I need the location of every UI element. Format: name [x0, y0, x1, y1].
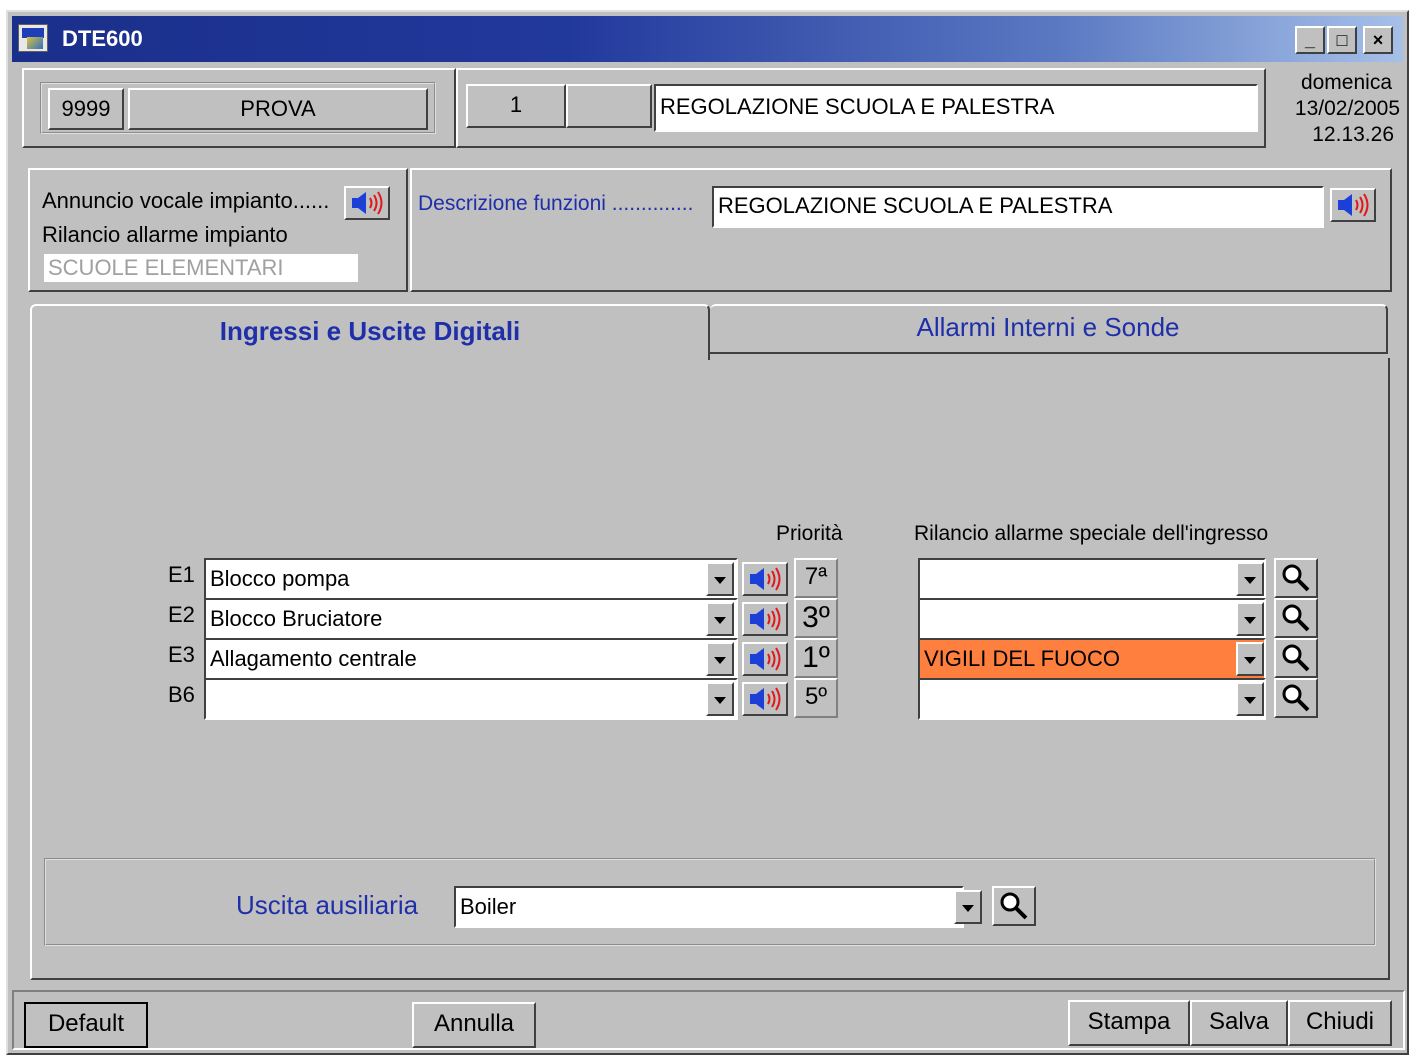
search-icon — [1000, 892, 1028, 920]
speaker-icon — [750, 567, 781, 591]
priority-value[interactable]: 5º — [794, 678, 838, 718]
annulla-button[interactable]: Annulla — [412, 1002, 536, 1048]
special-relay-dropdown-button[interactable] — [1236, 602, 1264, 636]
special-relay-header: Rilancio allarme speciale dell'ingresso — [914, 522, 1269, 545]
chevron-down-icon — [714, 617, 726, 624]
input-select[interactable]: Allagamento centrale — [204, 638, 738, 680]
voice-panel: Annuncio vocale impianto...... Rilancio … — [28, 168, 408, 292]
special-relay-search-button[interactable] — [1274, 598, 1318, 638]
functions-speaker-button[interactable] — [1330, 188, 1376, 222]
input-dropdown-button[interactable] — [706, 682, 734, 716]
chevron-down-icon — [1244, 577, 1256, 584]
search-icon — [1282, 564, 1310, 592]
function-description: REGOLAZIONE SCUOLA E PALESTRA — [654, 84, 1258, 132]
input-select[interactable]: Blocco Bruciatore — [204, 598, 738, 640]
chevron-down-icon — [1244, 657, 1256, 664]
app-icon[interactable] — [18, 24, 48, 52]
plant-name: PROVA — [128, 88, 428, 130]
input-speaker-button[interactable] — [742, 602, 788, 636]
speaker-icon — [750, 687, 781, 711]
special-relay-dropdown-button[interactable] — [1236, 682, 1264, 716]
tab-alarms-probes[interactable]: Allarmi Interni e Sonde — [710, 304, 1388, 354]
salva-button[interactable]: Salva — [1190, 1000, 1288, 1046]
priority-value[interactable]: 1º — [794, 638, 838, 678]
search-icon — [1282, 604, 1310, 632]
input-dropdown-button[interactable] — [706, 562, 734, 596]
input-select[interactable] — [204, 678, 738, 720]
input-speaker-button[interactable] — [742, 682, 788, 716]
input-id: B6 — [168, 682, 195, 707]
tab-digital-io[interactable]: Ingressi e Uscite Digitali — [30, 304, 710, 360]
speaker-icon — [750, 647, 781, 671]
special-relay-dropdown-button[interactable] — [1236, 642, 1264, 676]
speaker-icon — [750, 607, 781, 631]
input-speaker-button[interactable] — [742, 562, 788, 596]
function-number: 1 — [466, 84, 566, 128]
default-button[interactable]: Default — [24, 1002, 148, 1048]
special-relay-select[interactable] — [918, 678, 1266, 720]
input-id: E2 — [168, 602, 195, 627]
chevron-down-icon — [714, 657, 726, 664]
input-id: E1 — [168, 562, 195, 587]
tab-alarms-probes-label: Allarmi Interni e Sonde — [916, 312, 1180, 342]
special-relay-search-button[interactable] — [1274, 678, 1318, 718]
special-relay-dropdown-button[interactable] — [1236, 562, 1264, 596]
date-day: domenica — [1300, 71, 1392, 94]
special-relay-select[interactable] — [918, 598, 1266, 640]
search-icon — [1282, 644, 1310, 672]
input-id: E3 — [168, 642, 195, 667]
speaker-icon — [352, 191, 383, 215]
time-value: 12.13.26 — [1312, 123, 1394, 146]
datetime-block: domenica 13/02/2005 12.13.26 — [1266, 70, 1400, 152]
chevron-down-icon — [714, 577, 726, 584]
function-empty-cell — [566, 84, 652, 128]
plant-code: 9999 — [48, 88, 124, 130]
title-bar[interactable]: DTE600 _ □ × — [12, 16, 1403, 62]
chiudi-button[interactable]: Chiudi — [1288, 1000, 1392, 1046]
maximize-button[interactable]: □ — [1327, 26, 1357, 54]
input-select[interactable]: Blocco pompa — [204, 558, 738, 600]
special-relay-search-button[interactable] — [1274, 558, 1318, 598]
aux-output-dropdown-button[interactable] — [954, 890, 982, 924]
priority-value[interactable]: 3º — [794, 598, 838, 638]
special-relay-select[interactable]: VIGILI DEL FUOCO — [918, 638, 1266, 680]
input-speaker-button[interactable] — [742, 642, 788, 676]
tab-digital-io-label: Ingressi e Uscite Digitali — [219, 316, 521, 346]
voice-label: Annuncio vocale impianto...... — [42, 188, 330, 213]
plant-panel: 9999 PROVA — [22, 68, 456, 148]
voice-speaker-button[interactable] — [344, 186, 390, 220]
speaker-icon — [1338, 193, 1369, 217]
chevron-down-icon — [1244, 697, 1256, 704]
function-panel: 1 REGOLAZIONE SCUOLA E PALESTRA — [456, 68, 1266, 148]
search-icon — [1282, 684, 1310, 712]
chevron-down-icon — [962, 905, 974, 912]
main-window: DTE600 _ □ × 9999 PROVA 1 REGOLAZIONE SC… — [6, 10, 1409, 1055]
priority-value[interactable]: 7ª — [794, 558, 838, 598]
date-value: 13/02/2005 — [1294, 97, 1400, 120]
aux-output-select[interactable]: Boiler — [454, 886, 964, 928]
minimize-button[interactable]: _ — [1295, 26, 1325, 54]
close-button[interactable]: × — [1363, 26, 1393, 54]
aux-output-search-button[interactable] — [992, 886, 1036, 926]
relay-value: SCUOLE ELEMENTARI — [42, 252, 360, 284]
stampa-button[interactable]: Stampa — [1068, 1000, 1190, 1046]
relay-label: Rilancio allarme impianto — [42, 222, 288, 247]
priority-header: Priorità — [776, 522, 843, 545]
functions-value: REGOLAZIONE SCUOLA E PALESTRA — [712, 186, 1324, 228]
chevron-down-icon — [1244, 617, 1256, 624]
chevron-down-icon — [714, 697, 726, 704]
special-relay-select[interactable] — [918, 558, 1266, 600]
input-dropdown-button[interactable] — [706, 642, 734, 676]
input-dropdown-button[interactable] — [706, 602, 734, 636]
window-title: DTE600 — [62, 26, 143, 51]
functions-label: Descrizione funzioni .............. — [418, 192, 694, 215]
functions-panel: Descrizione funzioni .............. REGO… — [410, 168, 1392, 292]
aux-output-label: Uscita ausiliaria — [236, 890, 419, 920]
special-relay-search-button[interactable] — [1274, 638, 1318, 678]
